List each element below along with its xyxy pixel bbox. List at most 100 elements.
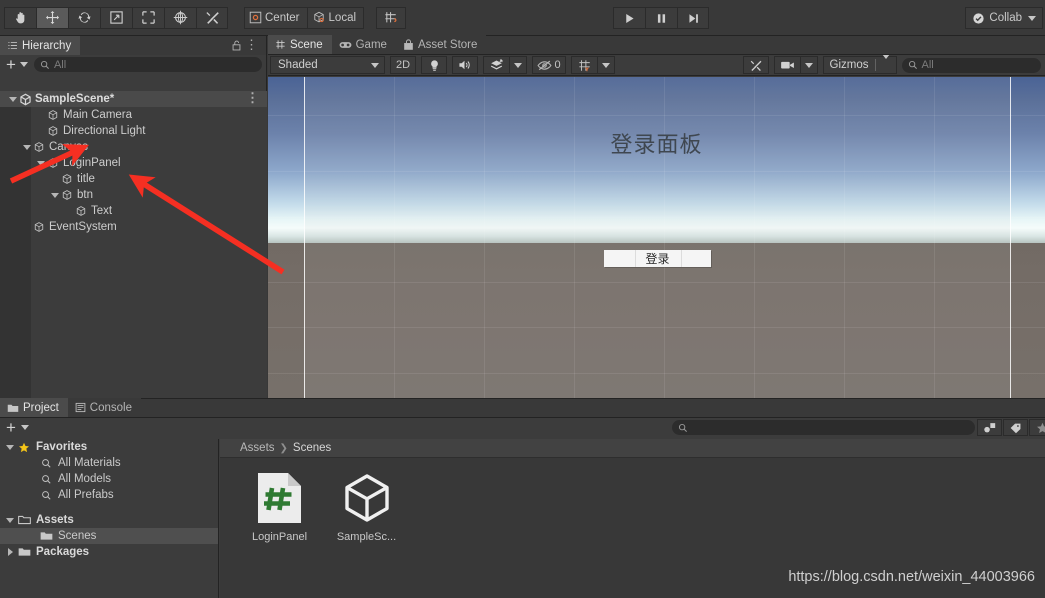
expand-triangle-right-icon[interactable] — [4, 548, 16, 556]
project-tree-item-all-materials[interactable]: All Materials — [0, 455, 218, 471]
step-button[interactable] — [677, 7, 709, 29]
expand-triangle-down-icon[interactable] — [21, 144, 32, 150]
filter-favorites-button[interactable] — [1029, 419, 1045, 436]
scene-camera-dropdown[interactable] — [799, 56, 818, 74]
project-tree-item-all-prefabs[interactable]: All Prefabs — [0, 487, 218, 503]
expand-triangle-down-icon[interactable] — [35, 160, 46, 166]
project-tree-item-favorites[interactable]: Favorites — [0, 439, 218, 455]
tab-game-label: Game — [355, 38, 387, 51]
pause-button[interactable] — [645, 7, 677, 29]
project-tree-item-label: All Prefabs — [58, 489, 114, 501]
tab-game[interactable]: Game — [331, 35, 396, 54]
tab-project[interactable]: Project — [0, 398, 68, 417]
breadcrumb-assets[interactable]: Assets — [240, 442, 275, 454]
project-folder-tree: Favorites All Materials All Models All Pref… — [0, 439, 219, 598]
scene-tools-button[interactable] — [742, 56, 769, 74]
scale-tool-button[interactable] — [100, 6, 132, 29]
tab-scene[interactable]: Scene — [268, 35, 332, 54]
expand-triangle-down-icon[interactable] — [7, 96, 18, 102]
scene-grid-dropdown[interactable] — [597, 56, 615, 74]
scene-camera-button[interactable] — [773, 56, 800, 74]
gizmos-dropdown[interactable]: Gizmos — [822, 54, 897, 74]
project-search-input[interactable] — [672, 420, 975, 435]
hand-tool-button[interactable] — [4, 6, 36, 29]
expand-triangle-down-icon[interactable] — [4, 517, 16, 523]
scene-lighting-button[interactable] — [421, 56, 447, 74]
hierarchy-item-text[interactable]: Text — [0, 203, 267, 219]
login-panel-title-text: 登录面板 — [610, 132, 703, 157]
tab-hierarchy[interactable]: Hierarchy — [0, 36, 81, 55]
step-icon — [688, 13, 698, 23]
breadcrumb-separator-icon: ❯ — [279, 442, 288, 454]
project-tree-item-label: Scenes — [58, 530, 97, 542]
scene-audio-button[interactable] — [452, 56, 478, 74]
move-tool-button[interactable] — [36, 6, 68, 29]
hierarchy-lock-icon[interactable] — [231, 39, 242, 55]
canvas-left-edge — [304, 77, 305, 398]
scene-viewport[interactable]: 登录面板 登录 — [268, 77, 1045, 398]
sceneview-tabbar: Scene Game Asset Store — [268, 35, 1045, 55]
project-tree-item-all-models[interactable]: All Models — [0, 471, 218, 487]
breadcrumb-scenes[interactable]: Scenes — [293, 442, 331, 454]
login-button-gameobject[interactable]: 登录 — [604, 250, 711, 267]
button-divider — [635, 250, 636, 267]
expand-triangle-down-icon[interactable] — [49, 192, 60, 198]
hierarchy-search-input[interactable]: All — [33, 57, 262, 72]
hierarchy-item-eventsystem[interactable]: EventSystem — [0, 219, 267, 235]
gameobject-icon — [74, 205, 88, 217]
collab-button[interactable]: Collab — [965, 7, 1043, 29]
hierarchy-item-directional-light[interactable]: Directional Light — [0, 123, 267, 139]
tab-console[interactable]: Console — [67, 398, 141, 417]
asset-item-samplescene[interactable]: SampleSc... — [330, 469, 403, 598]
hierarchy-item-title[interactable]: title — [0, 171, 267, 187]
project-tree-item-assets[interactable]: Assets — [0, 512, 218, 528]
sceneview-search-input[interactable]: All — [901, 57, 1042, 73]
scene-context-menu[interactable]: ⋮ — [246, 90, 259, 106]
custom-tool-button[interactable] — [196, 6, 228, 29]
play-button[interactable] — [613, 7, 645, 29]
hierarchy-list-icon — [8, 41, 17, 50]
gameobject-icon — [46, 157, 60, 169]
project-create-chevron-down-icon[interactable] — [20, 425, 29, 430]
hierarchy-item-label: SampleScene* — [35, 93, 115, 105]
rect-tool-button[interactable] — [132, 6, 164, 29]
gameobject-icon — [32, 221, 46, 233]
scene-visibility-button[interactable]: 0 — [532, 56, 566, 74]
expand-triangle-down-icon[interactable] — [4, 444, 16, 450]
create-chevron-down-icon[interactable] — [19, 62, 28, 67]
transform-tool-button[interactable] — [164, 6, 196, 29]
wrench-icon — [205, 12, 219, 24]
tab-scene-label: Scene — [290, 38, 323, 51]
project-create-button[interactable]: + — [4, 419, 18, 436]
filter-by-label-button[interactable] — [1003, 419, 1028, 436]
scene-grid-button[interactable] — [571, 56, 597, 74]
login-button-label: 登录 — [645, 252, 670, 266]
pivot-mode-button[interactable]: Center — [244, 6, 307, 29]
toggle-2d-button[interactable]: 2D — [390, 56, 416, 74]
filter-by-type-button[interactable] — [977, 419, 1002, 436]
tab-asset-store[interactable]: Asset Store — [395, 35, 487, 54]
gizmos-label: Gizmos — [829, 59, 869, 71]
hierarchy-options-menu[interactable]: ⋮ — [245, 37, 258, 53]
rotate-tool-button[interactable] — [68, 6, 100, 29]
hierarchy-scene-row[interactable]: SampleScene* ⋮ — [0, 90, 267, 107]
asset-item-loginpanel[interactable]: LoginPanel — [243, 469, 316, 598]
draw-mode-dropdown[interactable]: Shaded — [270, 56, 385, 74]
grid-line — [268, 217, 1045, 218]
grid-line — [268, 115, 1045, 116]
button-divider — [681, 250, 682, 267]
project-tree-item-packages[interactable]: Packages — [0, 544, 218, 560]
scene-fx-button[interactable] — [483, 56, 509, 74]
collab-chevron-down-icon — [1028, 15, 1036, 21]
hierarchy-item-loginpanel[interactable]: LoginPanel — [0, 155, 267, 171]
grid-snap-button[interactable] — [376, 6, 407, 29]
hierarchy-item-main-camera[interactable]: Main Camera — [0, 107, 267, 123]
hierarchy-item-canvas[interactable]: Canvas — [0, 139, 267, 155]
search-icon — [908, 60, 917, 69]
hierarchy-item-btn[interactable]: btn — [0, 187, 267, 203]
create-object-button[interactable]: + — [4, 56, 18, 73]
project-tree-item-scenes[interactable]: Scenes — [0, 528, 218, 544]
hierarchy-tree: SampleScene* ⋮ Main Camera Directional Ligh… — [0, 90, 267, 398]
scene-fx-dropdown[interactable] — [509, 56, 527, 74]
space-mode-button[interactable]: Local — [306, 6, 365, 29]
